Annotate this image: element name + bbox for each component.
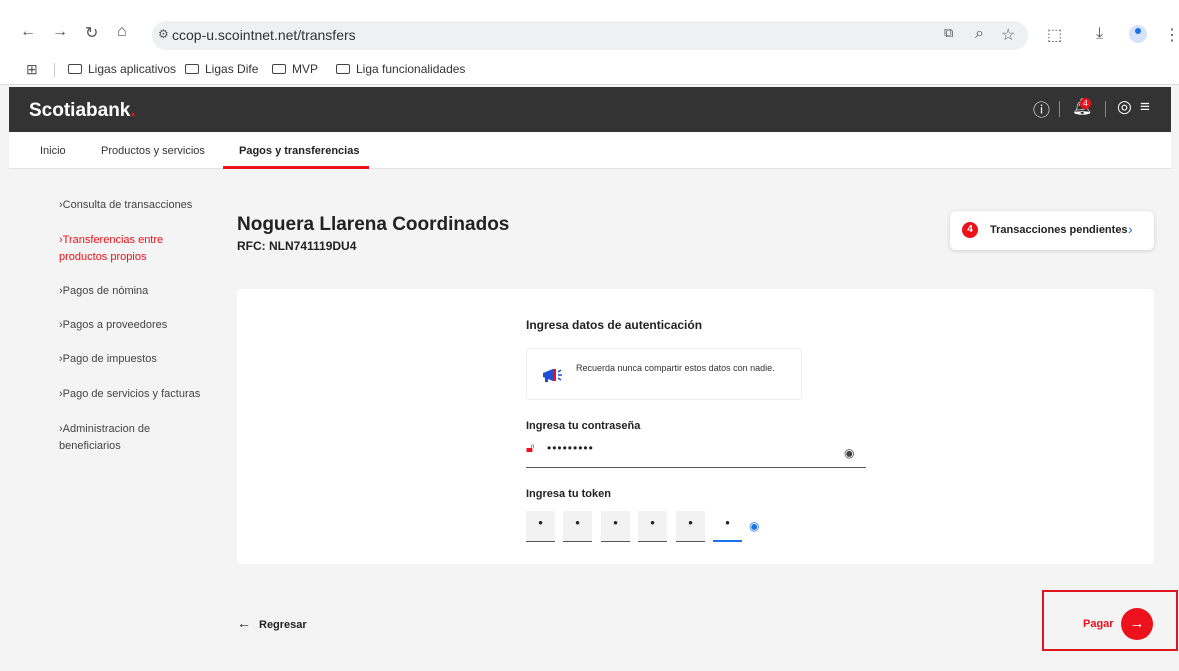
logo-dot: . bbox=[130, 100, 136, 121]
token-digit-input[interactable]: • bbox=[713, 511, 742, 542]
user-profile-icon[interactable]: ◎ bbox=[1117, 97, 1132, 117]
browser-toolbar: ← → ↻ ⌂ ⚙ ccop-u.scointnet.net/transfers… bbox=[0, 0, 1179, 55]
token-digit-input[interactable]: • bbox=[526, 511, 555, 542]
tab-inicio[interactable]: Inicio bbox=[40, 145, 66, 157]
pay-button[interactable]: → bbox=[1121, 608, 1153, 640]
reload-icon[interactable]: ↻ bbox=[85, 23, 98, 43]
password-field[interactable]: 🔓︎ ••••••••• ◉ bbox=[526, 438, 866, 468]
lock-icon: 🔓︎ bbox=[526, 440, 535, 455]
password-label: Ingresa tu contraseña bbox=[526, 420, 641, 432]
bookmark-label: Liga funcionalidades bbox=[356, 62, 466, 76]
back-arrow-icon[interactable]: ← bbox=[20, 23, 36, 41]
auth-card: Ingresa datos de autenticación Recuerda … bbox=[237, 289, 1154, 564]
security-notice: Recuerda nunca compartir estos datos con… bbox=[526, 348, 802, 400]
token-digit-input[interactable]: • bbox=[676, 511, 705, 542]
sidebar-item-label: Consulta de transacciones bbox=[62, 199, 193, 211]
site-header: Scotiabank. ⓘ 🔔︎ 4 ◎ ≡ bbox=[9, 87, 1171, 132]
folder-icon bbox=[272, 64, 286, 74]
help-circle-icon[interactable]: ⓘ bbox=[1033, 96, 1050, 121]
download-icon[interactable]: ⤓ bbox=[1096, 25, 1103, 43]
hamburger-menu-icon[interactable]: ≡ bbox=[1140, 97, 1150, 117]
notifications-badge: 4 bbox=[1080, 98, 1091, 109]
bookmark-ligas-dife[interactable]: Ligas Dife bbox=[185, 62, 258, 76]
bookmark-mvp[interactable]: MVP bbox=[272, 62, 318, 76]
bookmark-label: Ligas Dife bbox=[205, 62, 259, 76]
token-digit-input[interactable]: • bbox=[601, 511, 630, 542]
sidebar-item-pago-servicios[interactable]: ›Pago de servicios y facturas bbox=[59, 386, 229, 403]
active-tab-indicator bbox=[223, 166, 369, 169]
sidebar-item-consulta-transacciones[interactable]: ›Consulta de transacciones bbox=[59, 197, 219, 214]
notice-text: Recuerda nunca compartir estos datos con… bbox=[576, 363, 775, 373]
apps-grid-icon[interactable]: ⊞ bbox=[26, 61, 38, 78]
company-name: Noguera Llarena Coordinados bbox=[237, 214, 510, 235]
translate-icon[interactable]: ⧉ bbox=[944, 25, 953, 41]
arrow-left-icon: ← bbox=[237, 615, 251, 631]
header-divider bbox=[1059, 101, 1060, 117]
logo-text: Scotiabank bbox=[29, 100, 131, 121]
pay-label[interactable]: Pagar bbox=[1083, 618, 1114, 630]
url-text[interactable]: ccop-u.scointnet.net/transfers bbox=[172, 27, 356, 43]
password-value[interactable]: ••••••••• bbox=[547, 441, 594, 455]
show-password-eye-icon[interactable]: ◉ bbox=[844, 446, 854, 460]
pending-label: Transacciones pendientes bbox=[990, 224, 1128, 236]
sidebar-item-label: Pagos de nómina bbox=[62, 285, 149, 297]
more-menu-icon[interactable]: ⋮ bbox=[1164, 25, 1179, 45]
bookmark-ligas-aplicativos[interactable]: Ligas aplicativos bbox=[68, 62, 176, 76]
bookmarks-bar: ⊞ Ligas aplicativos Ligas Dife MVP Liga … bbox=[0, 55, 1179, 85]
sidebar-item-label: Pago de servicios y facturas bbox=[62, 388, 201, 400]
megaphone-icon bbox=[541, 367, 563, 388]
extensions-icon[interactable]: ⬚ bbox=[1047, 25, 1062, 45]
token-digit-input[interactable]: • bbox=[638, 511, 667, 542]
arrow-right-icon: → bbox=[1129, 615, 1145, 632]
main-nav-tabs: Inicio Productos y servicios Pagos y tra… bbox=[9, 132, 1171, 169]
token-label: Ingresa tu token bbox=[526, 488, 611, 500]
chevron-right-icon: › bbox=[1128, 221, 1133, 237]
forward-arrow-icon[interactable]: → bbox=[52, 23, 68, 41]
tab-pagos-transferencias[interactable]: Pagos y transferencias bbox=[239, 145, 359, 157]
sidebar-item-pago-impuestos[interactable]: ›Pago de impuestos bbox=[59, 351, 219, 368]
sidebar-item-pagos-proveedores[interactable]: ›Pagos a proveedores bbox=[59, 317, 219, 334]
scotiabank-logo[interactable]: Scotiabank. bbox=[29, 100, 136, 122]
bookmark-star-icon[interactable]: ☆ bbox=[1001, 25, 1015, 45]
site-settings-icon[interactable]: ⚙ bbox=[158, 27, 169, 41]
sidebar-item-label: Pagos a proveedores bbox=[62, 319, 168, 331]
sidebar-item-label: Pago de impuestos bbox=[62, 353, 157, 365]
sidebar-item-transferencias-propios[interactable]: ›Transferencias entre productos propios bbox=[59, 232, 189, 266]
folder-icon bbox=[185, 64, 199, 74]
sidebar-item-label: Administracion de beneficiarios bbox=[59, 423, 151, 452]
pending-count-badge: 4 bbox=[962, 222, 978, 238]
folder-icon bbox=[336, 64, 350, 74]
bookmark-label: Ligas aplicativos bbox=[88, 62, 177, 76]
tab-productos-servicios[interactable]: Productos y servicios bbox=[101, 145, 205, 157]
back-label: Regresar bbox=[259, 619, 307, 631]
zoom-icon[interactable]: ⌕ bbox=[975, 25, 984, 43]
bookmarks-divider bbox=[54, 63, 55, 77]
pending-transactions-button[interactable]: 4 Transacciones pendientes › bbox=[950, 211, 1154, 250]
sidebar-item-pagos-nomina[interactable]: ›Pagos de nómina bbox=[59, 283, 219, 300]
home-icon[interactable]: ⌂ bbox=[117, 23, 127, 41]
bookmark-liga-funcionalidades[interactable]: Liga funcionalidades bbox=[336, 62, 465, 76]
show-token-eye-icon[interactable]: ◉ bbox=[749, 519, 759, 533]
folder-icon bbox=[68, 64, 82, 74]
back-button[interactable]: ← Regresar bbox=[237, 615, 307, 631]
auth-title: Ingresa datos de autenticación bbox=[526, 318, 703, 332]
token-digit-input[interactable]: • bbox=[563, 511, 592, 542]
company-rfc: RFC: NLN741119DU4 bbox=[237, 239, 357, 253]
sidebar-item-label: Transferencias entre productos propios bbox=[59, 234, 164, 263]
bookmark-label: MVP bbox=[292, 62, 319, 76]
header-divider bbox=[1105, 101, 1106, 117]
sidebar-item-administracion-beneficiarios[interactable]: ›Administracion de beneficiarios bbox=[59, 421, 189, 455]
profile-avatar-icon[interactable] bbox=[1129, 25, 1147, 43]
